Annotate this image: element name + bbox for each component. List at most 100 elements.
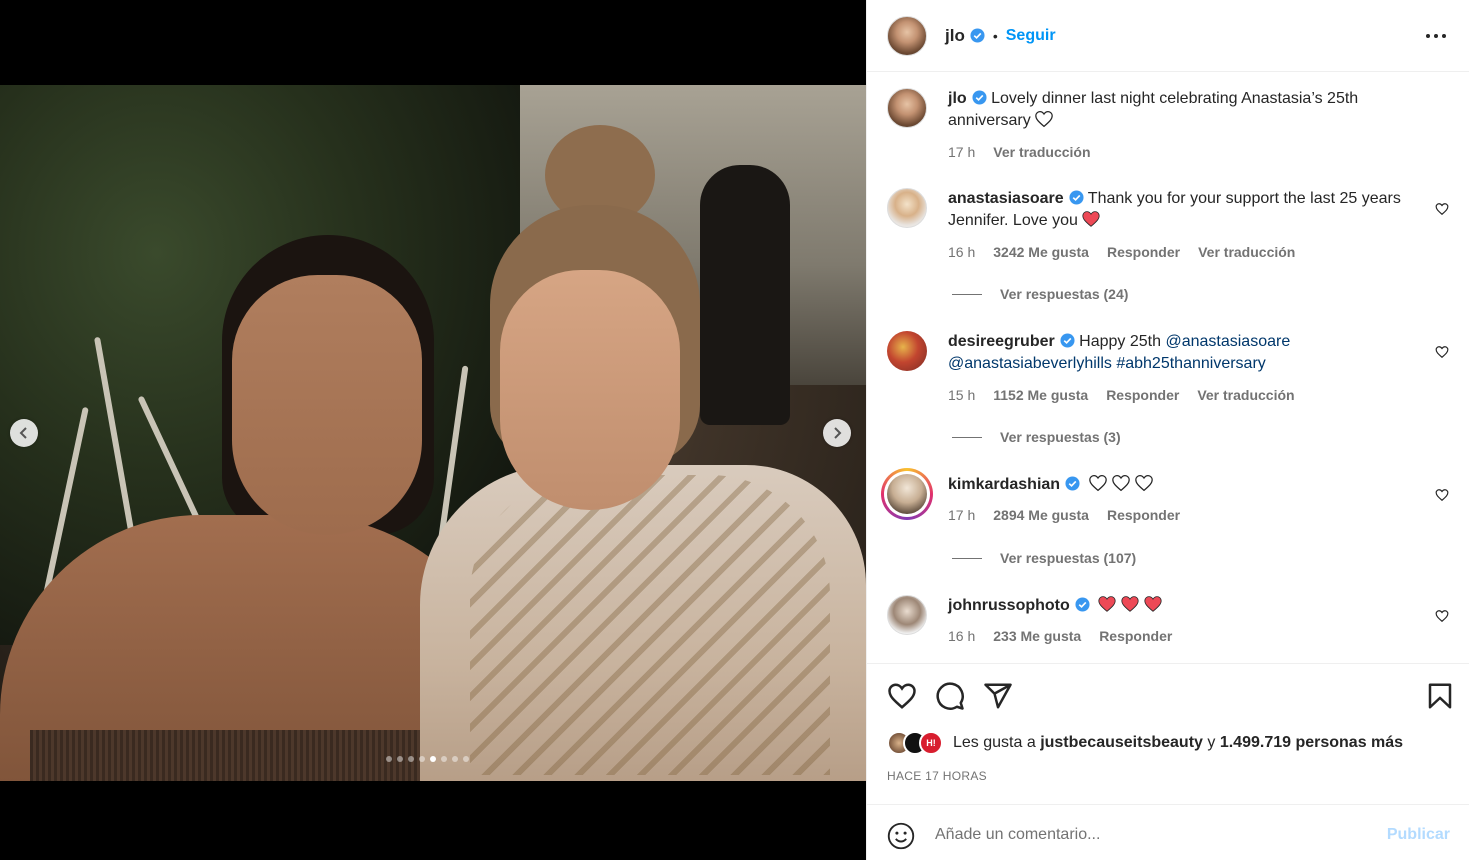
- carousel-prev-button[interactable]: [10, 419, 38, 447]
- red-heart-emoji-icon: [1098, 596, 1116, 612]
- verified-badge-icon: [1060, 333, 1075, 348]
- post-modal: jlo • Seguir jlo Lovely dinner last nigh…: [0, 0, 1469, 860]
- author-avatar[interactable]: [887, 15, 927, 56]
- publish-button[interactable]: Publicar: [1387, 826, 1450, 844]
- chevron-left-icon: [19, 427, 27, 439]
- separator-dot: •: [992, 27, 998, 44]
- comment-time: 15 h: [948, 387, 976, 403]
- white-heart-emoji-icon: [1088, 475, 1107, 492]
- bookmark-icon[interactable]: [1425, 681, 1455, 711]
- reply-button[interactable]: Responder: [1106, 387, 1179, 403]
- carousel-dot: [441, 756, 447, 762]
- carousel-dot: [452, 756, 458, 762]
- carousel-dot: [408, 756, 414, 762]
- add-comment-bar: Publicar: [867, 806, 1469, 860]
- comment-likes[interactable]: 233 Me gusta: [993, 628, 1081, 644]
- mention-link[interactable]: @anastasiasoare: [1165, 333, 1290, 350]
- author-username[interactable]: jlo: [945, 26, 985, 46]
- comment-like-icon[interactable]: [1435, 488, 1449, 502]
- likes-summary[interactable]: H! Les gusta a justbecauseitsbeauty y 1.…: [887, 731, 1403, 755]
- carousel-next-button[interactable]: [823, 419, 851, 447]
- comments-list[interactable]: jlo Lovely dinner last night celebrating…: [867, 72, 1469, 664]
- comment-username[interactable]: kimkardashian: [948, 476, 1060, 493]
- comment-meta: 17 h 2894 Me gusta Responder: [948, 507, 1180, 523]
- chevron-right-icon: [834, 427, 842, 439]
- comment-likes[interactable]: 3242 Me gusta: [993, 244, 1089, 260]
- commenter-avatar[interactable]: [887, 331, 927, 371]
- media-pane: [0, 0, 866, 860]
- comment-like-icon[interactable]: [1435, 609, 1449, 623]
- red-heart-emoji-icon: [1082, 211, 1100, 227]
- more-icon[interactable]: [1424, 24, 1448, 48]
- white-heart-emoji-icon: [1034, 111, 1053, 128]
- comment-item: desireegruber Happy 25th @anastasiasoare…: [887, 331, 1457, 451]
- share-icon[interactable]: [983, 681, 1013, 711]
- replies-divider: [952, 293, 982, 295]
- caption-meta: 17 h Ver traducción: [948, 144, 1091, 160]
- post-actions: H! Les gusta a justbecauseitsbeauty y 1.…: [867, 665, 1469, 805]
- carousel-dot: [419, 756, 425, 762]
- comment-item: kimkardashian 17 h 2894 Me gusta Respond…: [881, 468, 1457, 574]
- carousel-dots: [386, 756, 469, 762]
- caption-body: jlo Lovely dinner last night celebrating…: [948, 88, 1422, 132]
- verified-badge-icon: [1075, 597, 1090, 612]
- view-replies-button[interactable]: Ver respuestas (24): [952, 286, 1128, 302]
- see-translation-link[interactable]: Ver traducción: [1197, 387, 1294, 403]
- caption-username[interactable]: jlo: [948, 90, 967, 107]
- comment-body: anastasiasoare Thank you for your suppor…: [948, 188, 1422, 232]
- commenter-avatar[interactable]: [887, 188, 927, 228]
- view-replies-button[interactable]: Ver respuestas (107): [952, 550, 1136, 566]
- comment-text: Happy 25th: [1079, 333, 1162, 350]
- reply-button[interactable]: Responder: [1107, 244, 1180, 260]
- caption-time: 17 h: [948, 144, 976, 160]
- post-photo[interactable]: [0, 85, 866, 781]
- comment-body: johnrussophoto: [948, 595, 1422, 617]
- reply-button[interactable]: Responder: [1099, 628, 1172, 644]
- see-translation-link[interactable]: Ver traducción: [993, 144, 1090, 160]
- mention-link[interactable]: @anastasiabeverlyhills: [948, 355, 1112, 372]
- verified-badge-icon: [1069, 190, 1084, 205]
- carousel-dot: [430, 756, 436, 762]
- red-heart-emoji-icon: [1121, 596, 1139, 612]
- caption-avatar[interactable]: [887, 88, 927, 128]
- comment-time: 16 h: [948, 628, 976, 644]
- post-timestamp[interactable]: HACE 17 HORAS: [887, 769, 987, 783]
- see-translation-link[interactable]: Ver traducción: [1198, 244, 1295, 260]
- view-replies-button[interactable]: Ver respuestas (3): [952, 429, 1121, 445]
- comment-username[interactable]: johnrussophoto: [948, 597, 1070, 614]
- comment-username[interactable]: anastasiasoare: [948, 190, 1064, 207]
- white-heart-emoji-icon: [1111, 475, 1130, 492]
- hashtag-link[interactable]: #abh25thanniversary: [1116, 355, 1265, 372]
- reply-button[interactable]: Responder: [1107, 507, 1180, 523]
- liker-avatar: H!: [919, 731, 943, 755]
- verified-badge-icon: [970, 27, 985, 43]
- carousel-dot: [386, 756, 392, 762]
- liker-username[interactable]: justbecauseitsbeauty: [1040, 734, 1203, 751]
- other-likers-link[interactable]: 1.499.719 personas más: [1220, 734, 1403, 751]
- follow-button[interactable]: Seguir: [1006, 27, 1056, 45]
- comment-icon[interactable]: [935, 681, 965, 711]
- comment-body: kimkardashian: [948, 474, 1422, 496]
- emoji-icon[interactable]: [887, 822, 915, 850]
- carousel-dot: [463, 756, 469, 762]
- carousel-dot: [397, 756, 403, 762]
- comment-input[interactable]: [935, 820, 1365, 850]
- heart-icon[interactable]: [887, 681, 917, 711]
- comment-like-icon[interactable]: [1435, 202, 1449, 216]
- commenter-avatar[interactable]: [887, 595, 927, 635]
- comment-meta: 16 h 3242 Me gusta Responder Ver traducc…: [948, 244, 1295, 260]
- post-details-pane: jlo • Seguir jlo Lovely dinner last nigh…: [866, 0, 1469, 860]
- comment-likes[interactable]: 1152 Me gusta: [993, 387, 1088, 403]
- comment-likes[interactable]: 2894 Me gusta: [993, 507, 1089, 523]
- comment-username[interactable]: desireegruber: [948, 333, 1055, 350]
- commenter-avatar[interactable]: [881, 468, 933, 520]
- view-replies-label: Ver respuestas (3): [1000, 429, 1121, 445]
- comment-like-icon[interactable]: [1435, 345, 1449, 359]
- post-header: jlo • Seguir: [867, 0, 1469, 72]
- comment-body: desireegruber Happy 25th @anastasiasoare…: [948, 331, 1422, 375]
- view-replies-label: Ver respuestas (107): [1000, 550, 1137, 566]
- likes-text: Les gusta a justbecauseitsbeauty y 1.499…: [953, 734, 1404, 751]
- comment-meta: 16 h 233 Me gusta Responder: [948, 628, 1172, 644]
- replies-divider: [952, 436, 982, 438]
- comment-item: anastasiasoare Thank you for your suppor…: [887, 188, 1457, 308]
